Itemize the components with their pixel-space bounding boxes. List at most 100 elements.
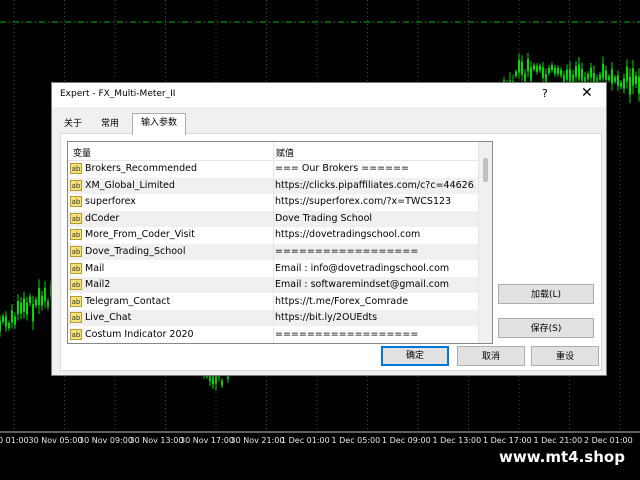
- time-axis-label: 30 Nov 09:00: [79, 436, 133, 445]
- candle-body: [23, 298, 25, 312]
- time-axis-label: 30 Nov 05:00: [28, 436, 83, 445]
- candle-body: [26, 302, 28, 315]
- time-axis-label: 1 Dec 05:00: [331, 436, 381, 445]
- candle-body: [20, 302, 22, 314]
- candle-body: [38, 287, 40, 306]
- help-button[interactable]: ?: [542, 87, 548, 100]
- string-type-icon: ab: [70, 229, 82, 241]
- grid-header: 变量 赋值: [68, 142, 478, 161]
- ok-button[interactable]: 确定: [381, 346, 449, 366]
- variable-value[interactable]: Email : softwaremindset@gmail.com: [275, 279, 475, 290]
- cell-divider: [273, 277, 274, 294]
- candle-body: [29, 296, 31, 304]
- column-header-value[interactable]: 赋值: [276, 146, 294, 159]
- candle-body: [542, 67, 544, 79]
- table-row[interactable]: ab Costum Indicator 2020 =================…: [68, 327, 478, 343]
- candle-body: [2, 316, 4, 322]
- string-type-icon: ab: [70, 246, 82, 257]
- table-row[interactable]: ab Mail Email : info@dovetradingschool.com: [68, 260, 478, 277]
- candle-body: [557, 68, 559, 74]
- close-button[interactable]: ✕: [581, 85, 593, 101]
- time-axis-label: 30 Nov 21:00: [230, 436, 285, 445]
- variable-value[interactable]: ==================: [275, 329, 475, 340]
- candle-body: [8, 323, 10, 329]
- variable-value[interactable]: https://superforex.com/?x=TWCS123: [275, 196, 475, 207]
- table-row[interactable]: ab XM_Global_Limited https://clicks.pipaff…: [68, 177, 478, 194]
- table-row[interactable]: ab Telegram_Contact https://t.me/Forex_Com…: [68, 293, 478, 310]
- dialog-title: Expert - FX_Multi-Meter_II: [60, 89, 176, 99]
- string-type-icon: ab: [70, 295, 82, 307]
- candle-body: [626, 66, 628, 82]
- variable-name: More_From_Coder_Visit: [85, 229, 195, 241]
- cell-divider: [273, 327, 274, 343]
- candle-body: [566, 69, 568, 81]
- variable-name: superforex: [85, 196, 136, 208]
- variable-name: Live_Chat: [85, 312, 132, 324]
- cell-divider: [273, 310, 274, 327]
- candle-body: [578, 64, 580, 80]
- tab-common[interactable]: 常用: [94, 115, 126, 133]
- candle-body: [17, 300, 19, 315]
- variable-name: Dove_Trading_School: [85, 246, 186, 257]
- variable-value[interactable]: Email : info@dovetradingschool.com: [275, 263, 475, 274]
- table-row[interactable]: ab superforex https://superforex.com/?x=TW…: [68, 194, 478, 211]
- dialog-titlebar: Expert - FX_Multi-Meter_II ? ✕: [52, 83, 606, 107]
- table-row[interactable]: ab Dove_Trading_School ==================: [68, 244, 478, 260]
- tab-about[interactable]: 关于: [60, 115, 86, 133]
- variable-value[interactable]: === Our Brokers ======: [275, 163, 475, 174]
- cell-divider: [273, 177, 274, 194]
- string-type-icon: ab: [70, 312, 82, 324]
- scrollbar-thumb[interactable]: [483, 158, 488, 182]
- candle-body: [590, 67, 592, 78]
- candle-body: [530, 67, 532, 82]
- candle-body: [560, 69, 562, 76]
- candle-body: [521, 61, 523, 75]
- time-axis-label: 30 Nov 13:00: [129, 436, 184, 445]
- inputs-grid: 变量 赋值 ab Brokers_Recommended === Our Broke…: [67, 141, 493, 344]
- variable-value[interactable]: https://bit.ly/2OUEdts: [275, 312, 475, 323]
- table-row[interactable]: ab Mail2 Email : softwaremindset@gmail.com: [68, 277, 478, 294]
- string-type-icon: ab: [70, 179, 82, 191]
- reset-button[interactable]: 重设: [531, 346, 599, 366]
- candle-body: [14, 316, 16, 325]
- load-button[interactable]: 加载(L): [498, 284, 594, 304]
- candle-body: [548, 67, 550, 74]
- candle-body: [518, 59, 520, 73]
- variable-value[interactable]: Dove Trading School: [275, 213, 475, 224]
- candle-body: [35, 299, 37, 306]
- table-row[interactable]: ab Live_Chat https://bit.ly/2OUEdts: [68, 310, 478, 327]
- table-row[interactable]: ab Brokers_Recommended === Our Brokers ===…: [68, 161, 478, 177]
- candle-body: [620, 82, 622, 87]
- table-row[interactable]: ab dCoder Dove Trading School: [68, 210, 478, 227]
- column-divider: [273, 142, 274, 160]
- column-header-variable[interactable]: 变量: [73, 146, 91, 159]
- variable-name: Mail2: [85, 279, 111, 291]
- time-axis-label: 0 01:00: [0, 436, 29, 445]
- variable-name: Telegram_Contact: [85, 295, 171, 307]
- variable-value[interactable]: ==================: [275, 246, 475, 257]
- candle-body: [44, 287, 46, 302]
- vertical-scrollbar[interactable]: [478, 142, 492, 343]
- candle-body: [605, 70, 607, 80]
- tab-inputs[interactable]: 输入参数: [132, 113, 186, 135]
- candle-body: [515, 71, 517, 76]
- cancel-button[interactable]: 取消: [457, 346, 525, 366]
- candle-body: [212, 375, 214, 385]
- string-type-icon: ab: [70, 196, 82, 208]
- time-axis-label: 1 Dec 09:00: [382, 436, 431, 445]
- candle-body: [599, 74, 601, 80]
- variable-name: dCoder: [85, 212, 120, 224]
- time-axis-label: 30 Nov 17:00: [180, 436, 234, 445]
- variable-value[interactable]: https://dovetradingschool.com: [275, 229, 475, 240]
- candle-body: [551, 64, 553, 71]
- candle-body: [536, 66, 538, 72]
- time-axis-label: 1 Dec 01:00: [281, 436, 330, 445]
- candle-body: [539, 65, 541, 71]
- variable-value[interactable]: https://t.me/Forex_Comrade: [275, 296, 475, 307]
- variable-value[interactable]: https://clicks.pipaffiliates.com/c?c=446…: [275, 180, 475, 191]
- table-row[interactable]: ab More_From_Coder_Visit https://dovetradi…: [68, 227, 478, 244]
- variable-name: Mail: [85, 262, 105, 274]
- candle-body: [587, 73, 589, 80]
- time-axis-label: 1 Dec 13:00: [432, 436, 482, 445]
- save-button[interactable]: 保存(S): [498, 318, 594, 338]
